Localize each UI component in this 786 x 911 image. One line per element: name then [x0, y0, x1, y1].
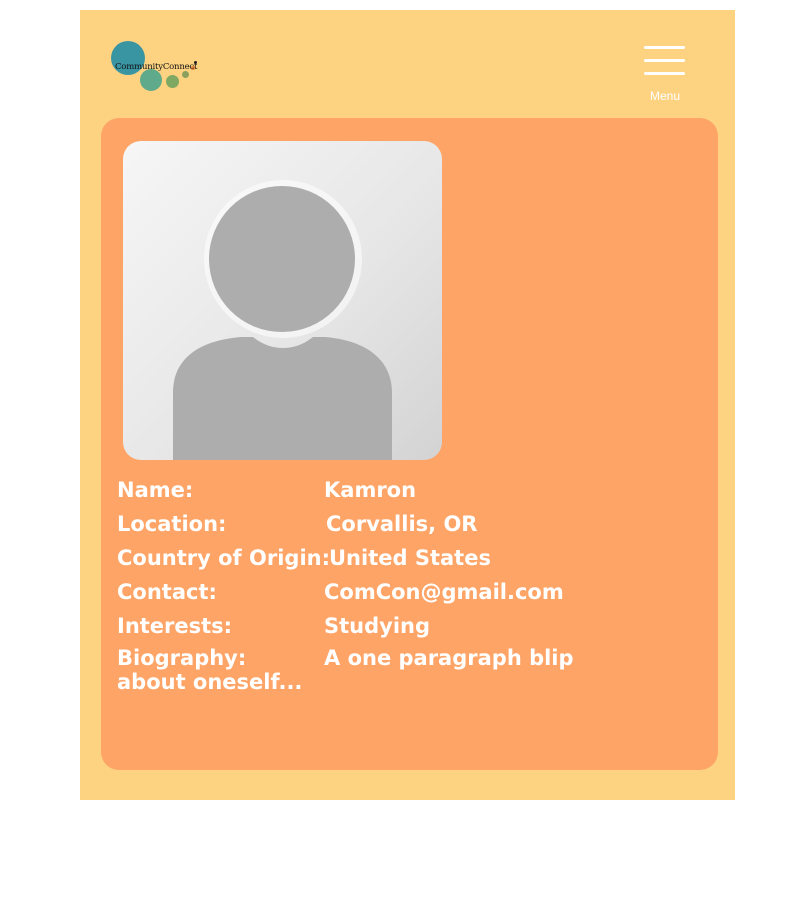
interests-value: Studying	[324, 614, 431, 638]
location-label: Location:	[117, 512, 227, 536]
country-value: United States	[329, 546, 491, 570]
profile-fields: Name: Kamron Location: Corvallis, OR Cou…	[117, 476, 707, 694]
hamburger-icon	[644, 46, 685, 49]
default-user-avatar-icon	[173, 180, 392, 460]
field-row-contact: Contact: ComCon@gmail.com	[117, 578, 707, 612]
name-label: Name:	[117, 478, 194, 502]
hamburger-icon-bar-bottom	[644, 72, 685, 75]
menu-button[interactable]: Menu	[642, 46, 688, 106]
name-value: Kamron	[324, 478, 417, 502]
field-row-biography: Biography: A one paragraph blip about one…	[117, 646, 617, 694]
location-value: Corvallis, OR	[326, 512, 478, 536]
community-connect-logo[interactable]: CommunityConnect	[103, 18, 207, 112]
biography-label: Biography:	[117, 646, 247, 670]
country-label: Country of Origin:	[117, 546, 330, 570]
field-row-country: Country of Origin: United States	[117, 544, 707, 578]
hamburger-icon-bar-middle	[644, 59, 685, 62]
profile-card: Name: Kamron Location: Corvallis, OR Cou…	[101, 118, 718, 770]
contact-label: Contact:	[117, 580, 217, 604]
contact-value[interactable]: ComCon@gmail.com	[324, 578, 564, 606]
interests-label: Interests:	[117, 614, 233, 638]
profile-avatar	[123, 141, 442, 460]
field-row-location: Location: Corvallis, OR	[117, 510, 707, 544]
app-frame: CommunityConnect Menu Name: Kamron Locat…	[80, 10, 735, 800]
menu-label: Menu	[649, 89, 681, 103]
logo-olive-dot	[166, 75, 179, 88]
field-row-interests: Interests: Studying	[117, 612, 707, 646]
field-row-name: Name: Kamron	[117, 476, 707, 510]
logo-small-dot	[182, 71, 189, 78]
logo-green-dot	[140, 69, 162, 91]
logo-wordmark: CommunityConnect	[115, 62, 198, 72]
